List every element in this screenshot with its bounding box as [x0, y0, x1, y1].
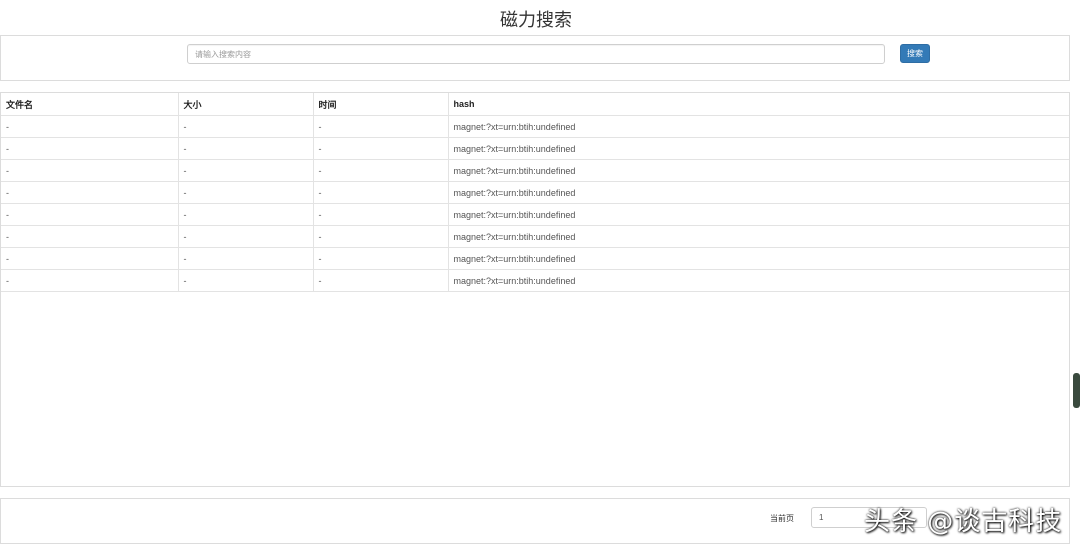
search-button[interactable]: 搜索	[900, 44, 930, 63]
table-row: - - - magnet:?xt=urn:btih:undefined	[1, 225, 1069, 248]
cell-size: -	[177, 247, 314, 270]
cell-time: -	[312, 225, 449, 248]
cell-hash[interactable]: magnet:?xt=urn:btih:undefined	[447, 159, 1069, 182]
current-page-label: 当前页	[770, 514, 794, 523]
cell-hash[interactable]: magnet:?xt=urn:btih:undefined	[447, 225, 1069, 248]
cell-size: -	[177, 181, 314, 204]
cell-hash[interactable]: magnet:?xt=urn:btih:undefined	[447, 247, 1069, 270]
table-row: - - - magnet:?xt=urn:btih:undefined	[1, 247, 1069, 270]
cell-filename: -	[1, 137, 179, 160]
cell-time: -	[312, 137, 449, 160]
scrollbar-thumb[interactable]	[1073, 373, 1080, 408]
table-row: - - - magnet:?xt=urn:btih:undefined	[1, 137, 1069, 160]
cell-size: -	[177, 225, 314, 248]
cell-hash[interactable]: magnet:?xt=urn:btih:undefined	[447, 181, 1069, 204]
cell-hash[interactable]: magnet:?xt=urn:btih:undefined	[447, 269, 1069, 292]
search-panel: 搜索	[0, 35, 1070, 81]
cell-time: -	[312, 115, 449, 138]
results-table: 文件名 大小 时间 hash - - - magnet:?xt=urn:btih:un…	[1, 93, 1069, 292]
cell-filename: -	[1, 225, 179, 248]
cell-filename: -	[1, 269, 179, 292]
table-body: - - - magnet:?xt=urn:btih:undefined - - - magne…	[1, 115, 1069, 292]
column-header-size: 大小	[177, 93, 314, 116]
cell-filename: -	[1, 247, 179, 270]
table-row: - - - magnet:?xt=urn:btih:undefined	[1, 115, 1069, 138]
page-title: 磁力搜索	[500, 10, 572, 30]
cell-time: -	[312, 247, 449, 270]
cell-filename: -	[1, 115, 179, 138]
cell-time: -	[312, 269, 449, 292]
cell-filename: -	[1, 203, 179, 226]
cell-hash[interactable]: magnet:?xt=urn:btih:undefined	[447, 137, 1069, 160]
cell-size: -	[177, 203, 314, 226]
table-row: - - - magnet:?xt=urn:btih:undefined	[1, 269, 1069, 292]
cell-hash[interactable]: magnet:?xt=urn:btih:undefined	[447, 115, 1069, 138]
cell-filename: -	[1, 181, 179, 204]
cell-filename: -	[1, 159, 179, 182]
cell-time: -	[312, 181, 449, 204]
cell-size: -	[177, 159, 314, 182]
cell-time: -	[312, 159, 449, 182]
table-row: - - - magnet:?xt=urn:btih:undefined	[1, 203, 1069, 226]
table-row: - - - magnet:?xt=urn:btih:undefined	[1, 181, 1069, 204]
column-header-time: 时间	[312, 93, 449, 116]
column-header-hash: hash	[447, 93, 1069, 116]
page: 磁力搜索 搜索 文件名 大小 时间 hash ---magnet:?xt=urn…	[0, 0, 1080, 547]
cell-size: -	[177, 269, 314, 292]
cell-hash[interactable]: magnet:?xt=urn:btih:undefined	[447, 203, 1069, 226]
search-input[interactable]	[187, 44, 885, 64]
cell-size: -	[177, 115, 314, 138]
table-header-row: 文件名 大小 时间 hash	[1, 93, 1069, 116]
cell-time: -	[312, 203, 449, 226]
table-row: - - - magnet:?xt=urn:btih:undefined	[1, 159, 1069, 182]
cell-size: -	[177, 137, 314, 160]
column-header-filename: 文件名	[1, 93, 179, 116]
watermark: 头条 @谈古科技	[864, 507, 1063, 537]
results-panel: 文件名 大小 时间 hash - - - magnet:?xt=urn:btih:un…	[0, 92, 1070, 487]
